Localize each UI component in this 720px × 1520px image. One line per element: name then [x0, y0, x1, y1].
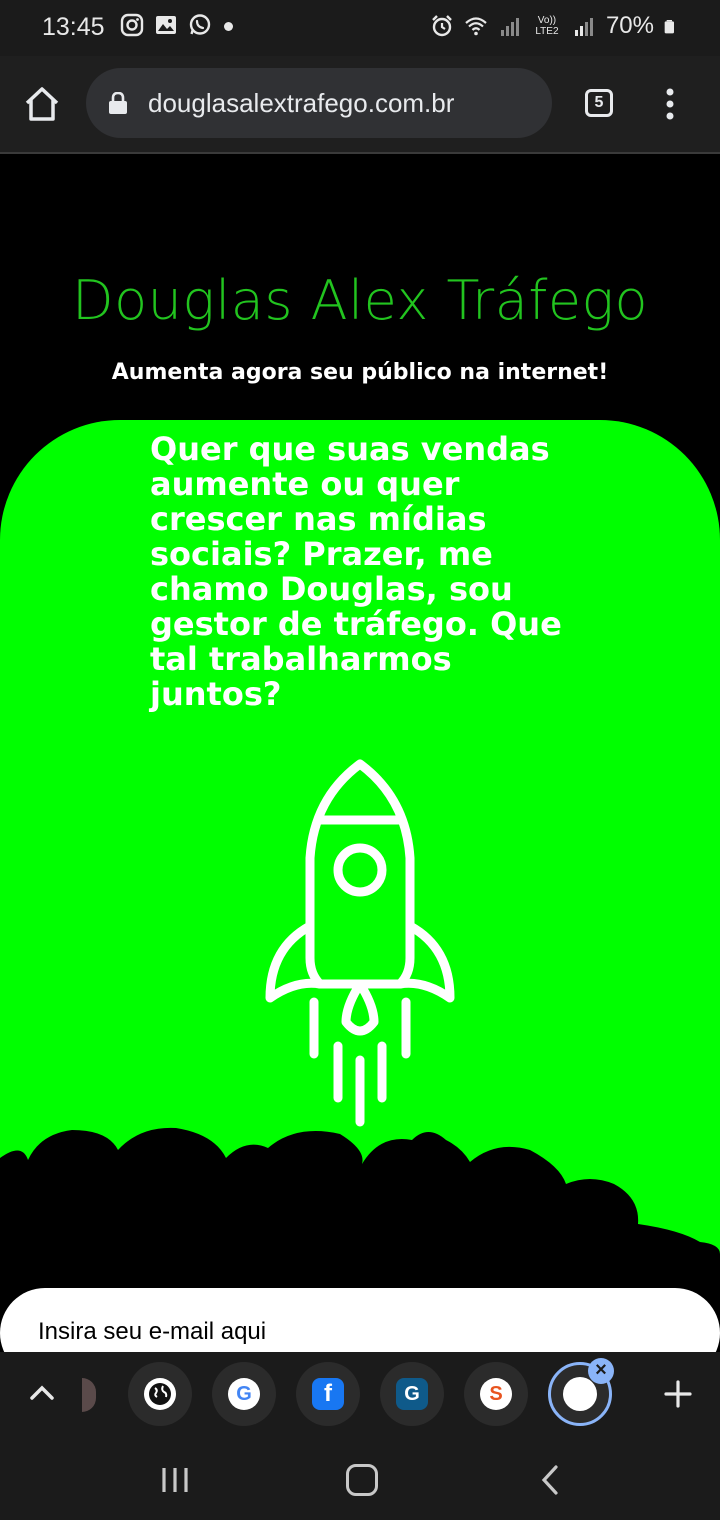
- alarm-icon: [432, 15, 452, 37]
- browser-toolbar: douglasalextrafego.com.br 5: [0, 56, 720, 154]
- system-nav-bar: [0, 1438, 720, 1520]
- tab-s-logo[interactable]: S: [464, 1362, 528, 1426]
- status-right-icons: Vo)) LTE2 70%: [430, 12, 680, 40]
- page-title: Douglas Alex Tráfego: [72, 269, 648, 332]
- rocket-icon: [265, 759, 455, 1127]
- battery-percent: 70%: [605, 12, 654, 39]
- add-tab-icon[interactable]: [662, 1378, 694, 1410]
- url-text[interactable]: douglasalextrafego.com.br: [148, 88, 454, 119]
- facebook-letter: f: [324, 1380, 332, 1407]
- email-placeholder: Insira seu e-mail aqui: [38, 1318, 267, 1345]
- facebook-icon: f: [312, 1378, 344, 1410]
- address-bar[interactable]: douglasalextrafego.com.br: [86, 68, 552, 138]
- page-subtitle: Aumenta agora seu público na internet!: [111, 360, 609, 385]
- home-icon[interactable]: [22, 84, 62, 124]
- g-logo-icon: G: [396, 1378, 428, 1410]
- instagram-icon: [120, 13, 144, 37]
- back-icon[interactable]: [540, 1464, 560, 1496]
- status-time: 13:45: [42, 13, 105, 41]
- google-icon: G: [228, 1378, 260, 1410]
- partial-tab-icon[interactable]: [82, 1378, 96, 1412]
- s-logo-icon: S: [480, 1378, 512, 1410]
- status-bar: 13:45 Vo)) LTE2 70%: [0, 0, 720, 56]
- tab-strip: G f G S ×: [0, 1352, 720, 1438]
- nav-home-button[interactable]: [346, 1464, 378, 1496]
- google-letter: G: [236, 1382, 252, 1405]
- recent-apps-icon[interactable]: [160, 1466, 190, 1494]
- signal-icon: [574, 18, 593, 36]
- chevron-up-icon[interactable]: [26, 1380, 58, 1406]
- whatsapp-icon: [189, 14, 211, 35]
- email-input[interactable]: Insira seu e-mail aqui: [0, 1288, 720, 1352]
- globe-icon: [144, 1378, 176, 1410]
- tab-facebook[interactable]: f: [296, 1362, 360, 1426]
- signal-icon: [500, 18, 519, 36]
- notification-dot: [224, 22, 233, 31]
- tab-switcher-button[interactable]: 5: [585, 89, 613, 117]
- close-tab-button[interactable]: ×: [588, 1358, 614, 1384]
- tab-g-logo[interactable]: G: [380, 1362, 444, 1426]
- blank-page-icon: [563, 1377, 597, 1411]
- gallery-icon: [156, 16, 176, 34]
- web-page: Douglas Alex Tráfego Aumenta agora seu p…: [0, 154, 720, 1352]
- lock-icon: [109, 92, 127, 114]
- status-left-icons: [120, 13, 212, 37]
- s-logo-letter: S: [489, 1382, 503, 1405]
- wifi-icon: [465, 17, 487, 36]
- volte-label: Vo)) LTE2: [535, 15, 559, 37]
- tab-google[interactable]: G: [212, 1362, 276, 1426]
- more-menu-icon[interactable]: [662, 86, 678, 122]
- hero-text: Quer que suas vendas aumente ou quer cre…: [150, 430, 562, 713]
- tab-globe[interactable]: [128, 1362, 192, 1426]
- battery-icon: [664, 20, 674, 34]
- g-logo-letter: G: [404, 1382, 420, 1405]
